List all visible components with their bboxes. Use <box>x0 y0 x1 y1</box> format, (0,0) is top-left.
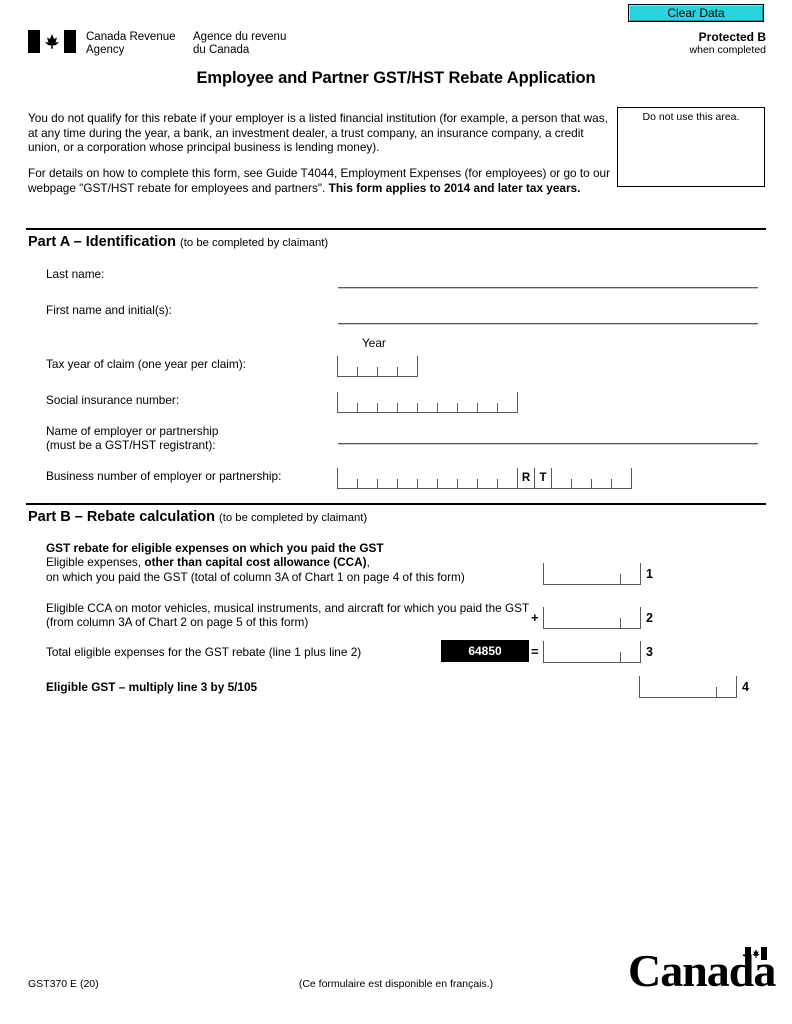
cents-divider <box>620 618 621 628</box>
line-number-1: 1 <box>646 567 653 581</box>
protected-b-label: Protected B <box>698 30 766 44</box>
canada-wordmark: Canada <box>628 946 776 994</box>
comb-cell[interactable] <box>337 392 357 412</box>
last-name-input[interactable] <box>338 287 758 288</box>
comb-cell[interactable] <box>437 403 457 412</box>
business-number-letter-r: R <box>517 468 534 488</box>
label-employer-name: Name of employer or partnership (must be… <box>46 424 219 453</box>
business-number-input[interactable]: R T <box>337 468 632 489</box>
first-name-input[interactable] <box>338 323 758 324</box>
line-3-amount-input[interactable] <box>543 641 641 663</box>
line-1-amount-input[interactable] <box>543 563 641 585</box>
comb-end-cap <box>417 356 418 376</box>
comb-cell[interactable] <box>377 403 397 412</box>
cents-divider <box>620 652 621 662</box>
comb-cell[interactable] <box>477 479 497 488</box>
line-2-description: Eligible CCA on motor vehicles, musical … <box>46 601 530 630</box>
comb-cell[interactable] <box>357 367 377 376</box>
line-4-amount-input[interactable] <box>639 676 737 698</box>
comb-cell[interactable] <box>437 479 457 488</box>
comb-cell[interactable] <box>337 468 357 488</box>
cra-agency-name-fr: Agence du revenu du Canada <box>193 31 287 56</box>
employer-name-input[interactable] <box>338 443 758 444</box>
comb-cell[interactable] <box>591 479 611 488</box>
line-number-4: 4 <box>742 680 749 694</box>
page-title: Employee and Partner GST/HST Rebate Appl… <box>196 69 596 87</box>
plus-operator: + <box>531 610 539 625</box>
business-number-letter-t: T <box>534 468 551 488</box>
cra-agency-name-en: Canada Revenue Agency <box>86 31 176 56</box>
comb-cell[interactable] <box>377 367 397 376</box>
comb-cell[interactable] <box>497 479 517 488</box>
comb-cell[interactable] <box>457 403 477 412</box>
line-1-description: GST rebate for eligible expenses on whic… <box>46 541 546 584</box>
intro-paragraph-2-bold: This form applies to 2014 and later tax … <box>328 180 581 195</box>
part-b-heading-sub: (to be completed by claimant) <box>218 512 368 524</box>
comb-cell[interactable] <box>551 468 571 488</box>
line-1-text-b: , <box>366 555 370 570</box>
comb-cell[interactable] <box>397 403 417 412</box>
year-caption: Year <box>362 336 386 350</box>
section-divider-part-b <box>26 503 766 505</box>
comb-cell[interactable] <box>417 479 437 488</box>
line-1-text-bold: other than capital cost allowance (CCA) <box>144 555 367 570</box>
canada-flag-icon <box>28 30 76 53</box>
comb-cell[interactable] <box>397 367 417 376</box>
comb-end-cap <box>631 468 632 488</box>
line-number-3: 3 <box>646 645 653 659</box>
label-last-name: Last name: <box>46 267 105 281</box>
label-business-number: Business number of employer or partnersh… <box>46 469 282 483</box>
do-not-use-area: Do not use this area. <box>617 107 765 187</box>
label-first-name: First name and initial(s): <box>46 303 172 317</box>
label-tax-year: Tax year of claim (one year per claim): <box>46 357 246 371</box>
cents-divider <box>620 574 621 584</box>
comb-cell[interactable] <box>497 403 517 412</box>
intro-paragraph-2: For details on how to complete this form… <box>28 166 614 195</box>
comb-cell[interactable] <box>337 356 357 376</box>
comb-cell[interactable] <box>397 479 417 488</box>
section-divider-part-a <box>26 228 766 230</box>
cents-divider <box>716 687 717 697</box>
part-b-heading-main: Part B – Rebate calculation <box>28 509 215 525</box>
comb-cell[interactable] <box>477 403 497 412</box>
part-a-heading-sub: (to be completed by claimant) <box>180 237 329 249</box>
line-1-bold-heading: GST rebate for eligible expenses on whic… <box>46 541 384 555</box>
social-insurance-number-input[interactable] <box>337 392 518 413</box>
part-a-heading: Part A – Identification (to be completed… <box>28 234 328 250</box>
form-page: Clear Data Canada Revenue Agency Agence … <box>0 0 792 1024</box>
tax-year-input[interactable] <box>337 356 418 377</box>
comb-cell[interactable] <box>571 479 591 488</box>
line-2-amount-input[interactable] <box>543 607 641 629</box>
part-b-heading: Part B – Rebate calculation (to be compl… <box>28 509 367 525</box>
label-social-insurance-number: Social insurance number: <box>46 393 180 407</box>
line-1-text-a: Eligible expenses, <box>46 555 145 570</box>
comb-cell[interactable] <box>377 479 397 488</box>
comb-end-cap <box>517 392 518 412</box>
comb-cell[interactable] <box>357 479 377 488</box>
protected-b-sublabel: when completed <box>689 44 766 56</box>
equals-operator: = <box>531 644 539 659</box>
line-1-text-c: on which you paid the GST (total of colu… <box>46 569 465 584</box>
comb-cell[interactable] <box>611 479 631 488</box>
line-4-description: Eligible GST – multiply line 3 by 5/105 <box>46 680 258 694</box>
field-code-64850: 64850 <box>441 640 529 662</box>
comb-cell[interactable] <box>357 403 377 412</box>
part-a-heading-main: Part A – Identification <box>28 234 176 250</box>
clear-data-button[interactable]: Clear Data <box>628 4 764 22</box>
intro-paragraph-1: You do not qualify for this rebate if yo… <box>28 111 608 155</box>
do-not-use-label: Do not use this area. <box>642 111 740 123</box>
canada-flag-icon <box>745 947 767 960</box>
comb-cell[interactable] <box>417 403 437 412</box>
line-number-2: 2 <box>646 611 653 625</box>
comb-cell[interactable] <box>457 479 477 488</box>
